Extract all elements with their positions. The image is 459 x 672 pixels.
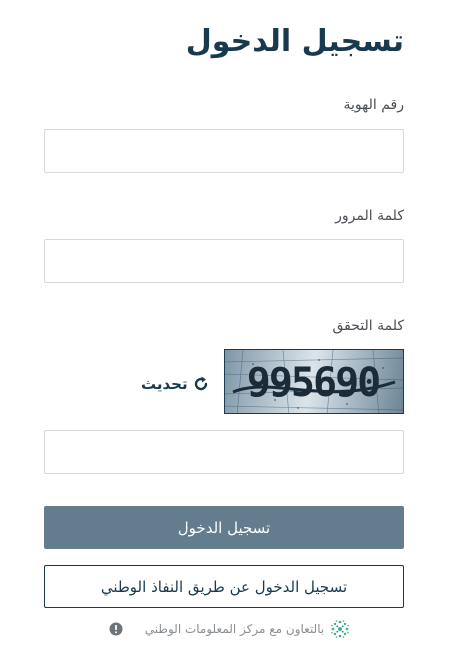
id-number-input[interactable]: [44, 129, 404, 173]
refresh-captcha-button[interactable]: تحديث: [141, 375, 210, 393]
captcha-input[interactable]: [44, 430, 404, 474]
password-input[interactable]: [44, 239, 404, 283]
captcha-label: كلمة التحقق: [332, 318, 404, 334]
id-number-label: رقم الهوية: [343, 97, 404, 113]
footer-note: بالتعاون مع مركز المعلومات الوطني: [0, 619, 459, 639]
nafath-login-button[interactable]: تسجيل الدخول عن طريق النفاذ الوطني: [44, 565, 404, 608]
nic-logo-icon: [330, 619, 350, 639]
refresh-label: تحديث: [141, 375, 188, 393]
password-label: كلمة المرور: [335, 208, 404, 224]
footer-text: بالتعاون مع مركز المعلومات الوطني: [144, 622, 325, 636]
captcha-image: 995690: [224, 349, 404, 414]
info-icon[interactable]: [109, 622, 123, 636]
refresh-icon: [192, 375, 210, 393]
login-button[interactable]: تسجيل الدخول: [44, 506, 404, 549]
page-title: تسجيل الدخول: [185, 24, 404, 59]
captcha-text: 995690: [247, 360, 380, 406]
